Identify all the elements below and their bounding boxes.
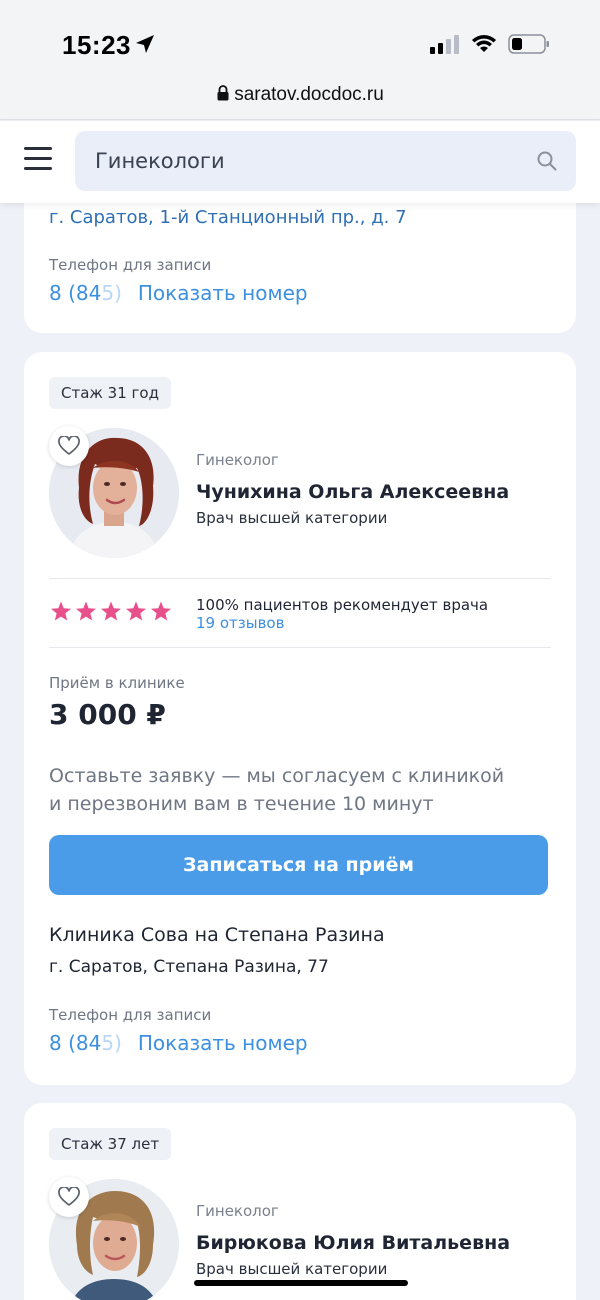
- phone-row: 8 (845) Показать номер: [49, 1031, 308, 1055]
- browser-chrome: 15:23 saratov.docdoc.ru: [0, 0, 600, 120]
- site-header: Гинекологи: [0, 121, 600, 203]
- show-number-link[interactable]: Показать номер: [138, 281, 308, 305]
- show-number-link[interactable]: Показать номер: [138, 1031, 308, 1055]
- star-icon: [151, 601, 171, 621]
- status-time: 15:23: [62, 30, 131, 60]
- reviews-link[interactable]: 19 отзывов: [196, 614, 284, 632]
- divider: [49, 647, 551, 648]
- doctor-name[interactable]: Бирюкова Юлия Витальевна: [196, 1232, 510, 1254]
- divider: [49, 578, 551, 579]
- phone-number-partial: 8 (84: [49, 281, 102, 305]
- rating-stars: [51, 601, 171, 621]
- clinic-address: г. Саратов, Степана Разина, 77: [49, 957, 329, 977]
- address-bar[interactable]: saratov.docdoc.ru: [0, 84, 600, 106]
- star-icon: [101, 601, 121, 621]
- search-icon[interactable]: [536, 150, 558, 172]
- experience-badge: Стаж 37 лет: [49, 1128, 172, 1160]
- heart-icon: [58, 436, 80, 455]
- search-input[interactable]: Гинекологи: [75, 131, 576, 191]
- appointment-type-label: Приём в клинике: [49, 674, 185, 692]
- star-icon: [126, 601, 146, 621]
- star-icon: [51, 601, 71, 621]
- clinic-address-link[interactable]: г. Саратов, 1-й Станционный пр., д. 7: [49, 207, 407, 228]
- phone-number-faded: 5): [101, 1031, 122, 1055]
- doctor-name[interactable]: Чунихина Ольга Алексеевна: [196, 481, 509, 503]
- doctor-card: Стаж 31 год Гинеколог Чунихина Ольга Але…: [24, 352, 576, 1085]
- booking-note: Оставьте заявку — мы согласуем с клинико…: [49, 762, 549, 818]
- experience-badge: Стаж 31 год: [49, 377, 171, 409]
- hamburger-menu-icon[interactable]: [24, 147, 52, 171]
- wifi-icon: [472, 35, 496, 52]
- phone-number-faded: 5): [101, 281, 122, 305]
- url-text: saratov.docdoc.ru: [234, 84, 384, 105]
- phone-label: Телефон для записи: [49, 1006, 212, 1024]
- favorite-heart-button[interactable]: [49, 1177, 89, 1217]
- favorite-heart-button[interactable]: [49, 426, 89, 466]
- doctor-specialty: Гинеколог: [196, 1202, 279, 1220]
- booking-note-line: и перезвоним вам в течение 10 минут: [49, 793, 434, 815]
- home-indicator: [194, 1280, 408, 1286]
- phone-number-partial: 8 (84: [49, 1031, 102, 1055]
- doctor-category: Врач высшей категории: [196, 1260, 388, 1278]
- search-value: Гинекологи: [95, 149, 225, 173]
- phone-label: Телефон для записи: [49, 256, 212, 274]
- book-appointment-button[interactable]: Записаться на приём: [49, 835, 548, 895]
- price: 3 000 ₽: [49, 698, 166, 731]
- location-arrow-icon: [136, 35, 154, 53]
- battery-icon: [508, 34, 549, 54]
- doctor-category: Врач высшей категории: [196, 509, 388, 527]
- phone-row: 8 (845) Показать номер: [49, 281, 308, 305]
- lock-icon: [217, 85, 229, 101]
- booking-note-line: Оставьте заявку — мы согласуем с клинико…: [49, 765, 505, 787]
- cellular-signal-icon: [430, 35, 459, 54]
- doctor-specialty: Гинеколог: [196, 451, 279, 469]
- heart-icon: [58, 1187, 80, 1206]
- clinic-name[interactable]: Клиника Сова на Степана Разина: [49, 924, 385, 946]
- star-icon: [76, 601, 96, 621]
- doctor-card-next: Стаж 37 лет Гинеколог Бирюкова Юлия Вита…: [24, 1103, 576, 1300]
- recommend-text: 100% пациентов рекомендует врача: [196, 596, 489, 614]
